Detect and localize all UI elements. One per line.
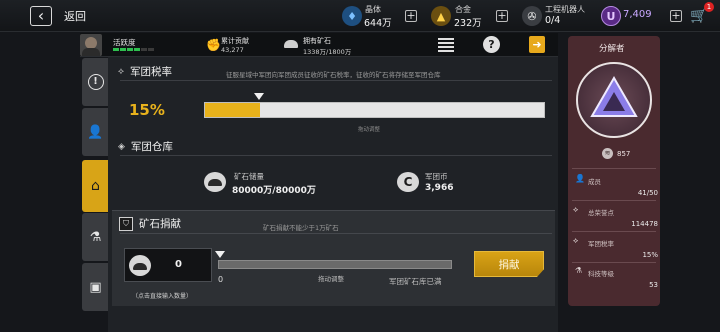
tax-rate-fill <box>205 103 260 117</box>
divider <box>572 168 656 169</box>
add-crystal-button[interactable]: + <box>405 10 417 22</box>
list-menu-icon[interactable] <box>438 38 454 52</box>
cube-icon: ◈ <box>118 141 125 152</box>
resource-name: 合金 <box>455 5 471 14</box>
divider <box>120 233 552 234</box>
person-icon: 👤 <box>87 124 104 140</box>
divider <box>572 231 656 232</box>
stat-label: 总荣誉点 <box>588 209 614 217</box>
resource-value: 644万 <box>364 18 392 29</box>
divider <box>572 200 656 201</box>
contribution-label: 累计贡献 <box>221 37 249 45</box>
tax-rate-value: 15% <box>129 101 165 119</box>
donate-amount-input[interactable]: 0 <box>124 248 212 282</box>
robot-wrench-icon: ✇ <box>522 6 542 26</box>
legion-emblem <box>576 62 652 138</box>
stat-label: 军团税率 <box>588 240 614 248</box>
microscope-icon: ⚗ <box>575 266 583 275</box>
donate-section-title: ⛉ 矿石捐献 <box>119 216 181 231</box>
cart-badge: 1 <box>704 2 714 12</box>
back-label[interactable]: 返回 <box>64 8 86 24</box>
divider <box>120 155 552 156</box>
stat-label: 科技等级 <box>588 270 614 278</box>
members-icon: 👤 <box>575 174 585 183</box>
exit-door-icon[interactable]: ➜ <box>529 36 545 53</box>
player-status-strip: 活跃度 ✊ 累计贡献 43,277 拥有矿石 1338万/1800万 ? ➜ <box>80 33 558 57</box>
divider <box>120 80 552 81</box>
contribution-value: 43,277 <box>221 46 244 54</box>
help-icon[interactable]: ? <box>483 36 500 53</box>
avatar[interactable] <box>80 34 102 56</box>
activity-label: 活跃度 <box>113 38 136 47</box>
ore-value: 1338万/1800万 <box>303 48 352 56</box>
alloy-ingot-icon: ▲ <box>431 6 451 26</box>
donate-button[interactable]: 捐献 <box>474 251 544 277</box>
shop-bag-icon: ▣ <box>89 279 102 295</box>
ore-storage-label: 矿石储量 <box>234 172 264 181</box>
tax-wings-icon: ⟡ <box>573 236 579 245</box>
triangle-emblem-icon <box>590 76 638 117</box>
back-button[interactable]: ‹ <box>30 6 52 26</box>
crystal-drop-icon: ♦ <box>342 6 362 26</box>
fist-icon: ✊ <box>206 38 221 52</box>
stat-value: 53 <box>649 281 658 289</box>
premium-currency-icon: U <box>601 6 621 26</box>
tax-rate-slider[interactable] <box>204 102 545 118</box>
resource-value: 232万 <box>454 18 482 29</box>
legion-coin-value: 3,966 <box>425 183 454 193</box>
warehouse-section-title: ◈ 军团仓库 <box>118 139 173 154</box>
tax-title-text: 军团税率 <box>129 66 172 78</box>
warehouse-icon: ⌂ <box>91 178 100 194</box>
stat-value: 41/50 <box>637 189 658 197</box>
stat-value: 15% <box>642 251 658 259</box>
donate-amount-value: 0 <box>175 259 182 270</box>
tax-slider-caption: 拖动调整 <box>358 127 381 133</box>
ore-storage-value: 80000万/80000万 <box>232 186 316 196</box>
tax-section-title: ⟡ 军团税率 <box>118 64 172 79</box>
stat-label: 成员 <box>588 178 601 186</box>
donate-slider-handle[interactable] <box>215 251 225 258</box>
top-bar: ‹ 返回 ♦ 晶体 644万 + ▲ 合金 232万 + ✇ 工程机器人 0/4… <box>0 0 720 32</box>
ore-icon <box>284 40 298 48</box>
wings-icon: ⟡ <box>573 205 579 214</box>
donate-amount-hint: （点击直接输入数量） <box>132 293 193 300</box>
tab-members[interactable]: 👤 <box>82 108 109 156</box>
ore-label: 拥有矿石 <box>303 37 331 45</box>
microscope-icon: ⚗ <box>89 229 102 245</box>
donate-slider-caption: 拖动调整 <box>318 275 344 283</box>
resource-name: 晶体 <box>365 5 381 14</box>
add-alloy-button[interactable]: + <box>496 10 508 22</box>
donate-title-text: 矿石捐献 <box>139 218 181 230</box>
chevron-left-icon: ‹ <box>37 6 45 25</box>
premium-currency-value: 7,409 <box>623 9 652 20</box>
add-currency-button[interactable]: + <box>670 10 682 22</box>
tab-warehouse[interactable]: ⌂ <box>82 160 109 212</box>
power-coin-icon: ≋ <box>602 148 613 159</box>
warehouse-full-notice: 军团矿石库已满 <box>389 277 442 286</box>
donate-slider[interactable] <box>218 260 452 269</box>
exclamation-icon: ! <box>87 74 104 90</box>
wings-icon: ⟡ <box>118 66 124 77</box>
legion-power: 857 <box>617 150 631 158</box>
resource-value: 0/4 <box>545 15 561 26</box>
shield-icon: ⛉ <box>119 216 133 231</box>
activity-bar <box>113 48 154 51</box>
warehouse-title-text: 军团仓库 <box>130 141 173 153</box>
legion-coin-icon: C <box>397 172 419 192</box>
tab-shop[interactable]: ▣ <box>82 263 109 311</box>
tax-slider-handle[interactable] <box>254 93 264 100</box>
resource-name: 工程机器人 <box>545 5 585 14</box>
ore-pile-icon <box>204 172 226 192</box>
tax-description: 征服星域中军团向军团成员征收的矿石税率，征收的矿石将存储至军团仓库 <box>226 71 441 79</box>
stat-value: 114478 <box>631 220 658 228</box>
legion-name: 分解者 <box>599 44 625 54</box>
tab-info[interactable]: ! <box>82 58 109 106</box>
donate-slider-min: 0 <box>218 275 224 284</box>
divider <box>572 262 656 263</box>
legion-coin-label: 军团币 <box>425 172 448 181</box>
tab-tech[interactable]: ⚗ <box>82 213 109 261</box>
donate-description: 矿石捐献不能少于1万矿石 <box>263 224 339 232</box>
